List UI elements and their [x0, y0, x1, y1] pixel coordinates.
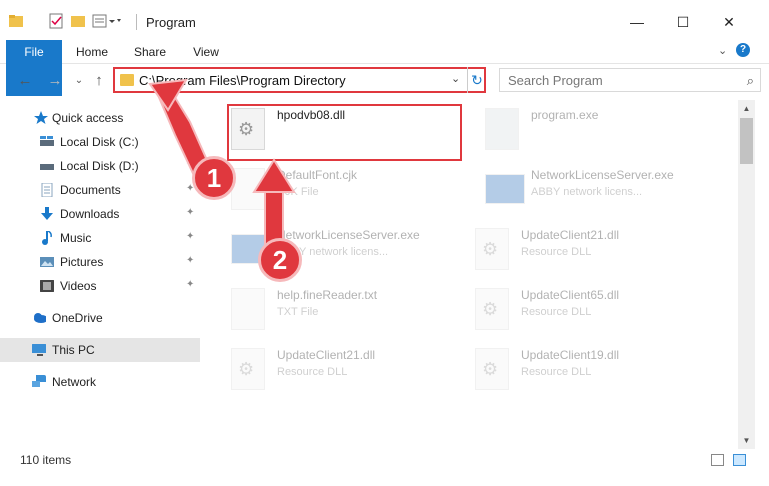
arrow-2-head [252, 158, 296, 193]
step-2-badge: 2 [258, 238, 302, 282]
step-1-badge: 1 [192, 156, 236, 200]
annotation-arrows [148, 78, 296, 251]
